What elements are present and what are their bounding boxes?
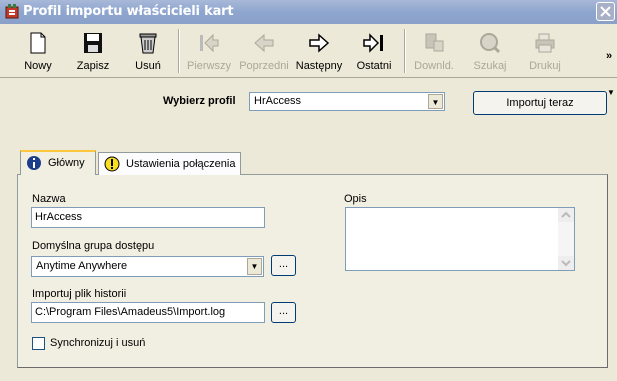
- name-input-value: HrAccess: [35, 211, 83, 223]
- history-file-value: C:\Program Files\Amadeus5\Import.log: [35, 306, 226, 318]
- first-button-label: Pierwszy: [186, 60, 231, 72]
- last-button[interactable]: Ostatni: [354, 27, 394, 75]
- chevron-down-icon[interactable]: ▼: [247, 258, 262, 275]
- profile-select-value: HrAccess: [254, 95, 302, 107]
- trash-bin-icon: [139, 33, 157, 54]
- tab-main-label: Główny: [48, 157, 85, 169]
- print-button[interactable]: Drukuj: [525, 27, 565, 75]
- last-button-label: Ostatni: [356, 60, 392, 72]
- first-button[interactable]: Pierwszy: [186, 27, 232, 75]
- save-button-label: Zapisz: [76, 60, 110, 72]
- new-document-icon: [30, 32, 46, 54]
- tab-main[interactable]: Główny: [20, 150, 96, 175]
- browse-label: ...: [278, 305, 289, 317]
- browse-label: ...: [278, 258, 289, 270]
- search-button[interactable]: Szukaj: [470, 27, 510, 75]
- next-button[interactable]: Następny: [295, 27, 343, 75]
- arrow-first-icon: [200, 33, 219, 53]
- description-label: Opis: [344, 193, 367, 205]
- import-now-label: Importuj teraz: [506, 97, 574, 109]
- search-icon: [480, 33, 501, 54]
- close-button[interactable]: [596, 2, 615, 21]
- download-button-label: Downld.: [414, 60, 454, 72]
- download-button[interactable]: Downld.: [412, 27, 456, 75]
- chevron-down-icon[interactable]: ▼: [428, 94, 443, 109]
- access-group-browse-button[interactable]: ...: [271, 255, 296, 276]
- close-icon: [600, 6, 611, 17]
- arrow-left-icon: [254, 33, 274, 53]
- toolbar: Nowy Zapisz Usuń Pierwszy Poprzedni Nast…: [0, 24, 617, 97]
- toolbar-overflow-button[interactable]: »: [606, 50, 612, 62]
- next-button-label: Następny: [295, 60, 343, 72]
- delete-button[interactable]: Usuń: [128, 27, 168, 75]
- access-group-select[interactable]: Anytime Anywhere ▼: [31, 256, 264, 277]
- tab-connection-settings[interactable]: Ustawienia połączenia: [98, 152, 241, 175]
- arrow-right-icon: [309, 33, 330, 53]
- warning-icon: [104, 156, 120, 172]
- tab-connection-settings-label: Ustawienia połączenia: [126, 158, 236, 170]
- download-icon: [425, 33, 444, 52]
- print-button-label: Drukuj: [529, 60, 561, 72]
- access-group-value: Anytime Anywhere: [36, 260, 128, 272]
- scroll-up-icon[interactable]: [558, 208, 574, 222]
- name-input[interactable]: HrAccess: [31, 207, 265, 228]
- history-file-browse-button[interactable]: ...: [271, 302, 296, 323]
- description-scrollbar[interactable]: [558, 208, 574, 270]
- sync-delete-checkbox[interactable]: [32, 337, 45, 350]
- import-now-button[interactable]: Importuj teraz: [473, 91, 607, 115]
- app-icon: [5, 4, 19, 19]
- delete-button-label: Usuń: [135, 60, 161, 72]
- name-label: Nazwa: [32, 193, 66, 205]
- printer-icon: [535, 33, 555, 53]
- previous-button[interactable]: Poprzedni: [239, 27, 289, 75]
- history-file-label: Importuj plik historii: [32, 288, 127, 300]
- new-button[interactable]: Nowy: [18, 27, 58, 75]
- previous-button-label: Poprzedni: [239, 60, 289, 72]
- access-group-label: Domyślna grupa dostępu: [32, 240, 155, 252]
- save-button[interactable]: Zapisz: [72, 27, 114, 75]
- window-title: Profil importu właścicieli kart: [23, 4, 234, 19]
- floppy-disk-icon: [84, 33, 102, 53]
- toolbar-separator: [404, 29, 406, 73]
- new-button-label: Nowy: [24, 60, 52, 72]
- title-bar[interactable]: Profil importu właścicieli kart: [0, 0, 617, 24]
- history-file-input[interactable]: C:\Program Files\Amadeus5\Import.log: [31, 302, 265, 323]
- sync-delete-label: Synchronizuj i usuń: [50, 337, 146, 349]
- search-button-label: Szukaj: [473, 60, 507, 72]
- description-textarea[interactable]: [345, 207, 575, 271]
- info-icon: [27, 156, 41, 170]
- scroll-down-icon[interactable]: [558, 256, 574, 270]
- profile-label: Wybierz profil: [163, 95, 236, 107]
- arrow-last-icon: [363, 33, 383, 53]
- toolbar-dropdown-icon[interactable]: ▼: [607, 88, 615, 97]
- toolbar-separator: [178, 29, 180, 73]
- profile-select[interactable]: HrAccess ▼: [249, 92, 445, 111]
